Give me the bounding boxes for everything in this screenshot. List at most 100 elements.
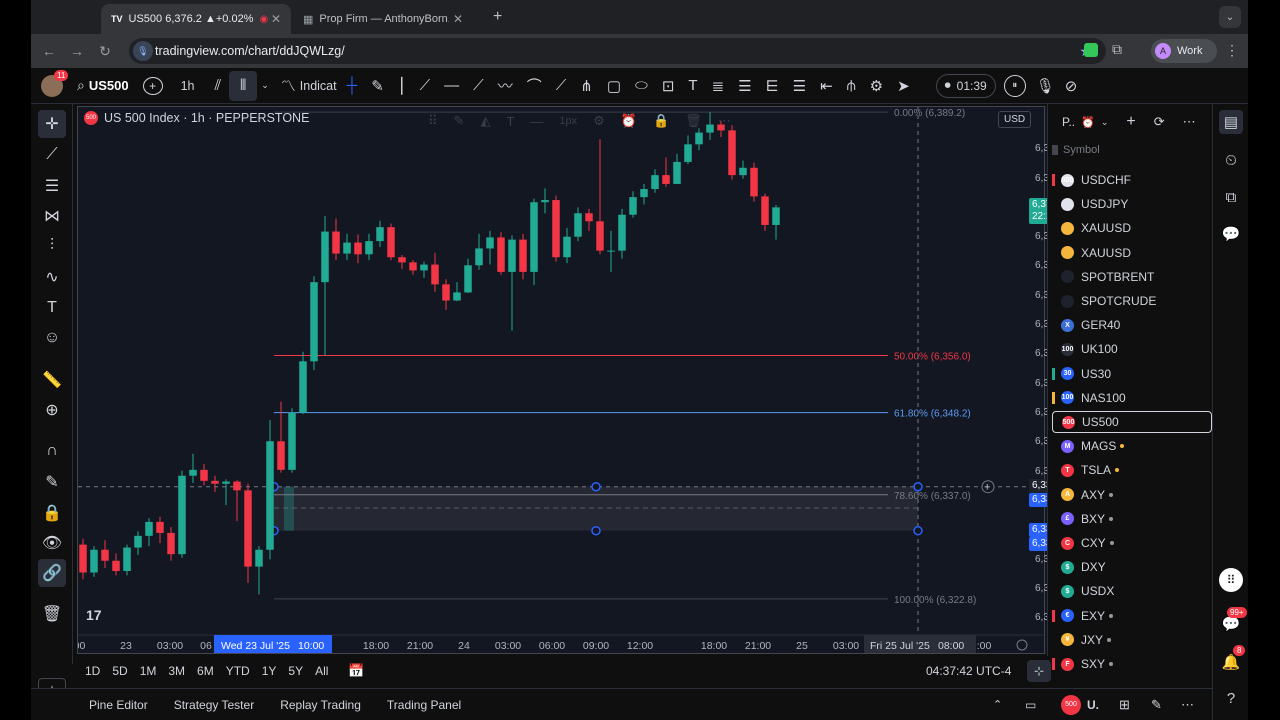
- clock-text[interactable]: 04:37:42 UTC-4: [926, 664, 1011, 678]
- watchlist-item[interactable]: SPOTBRENT: [1052, 266, 1212, 288]
- range-all[interactable]: All: [315, 664, 328, 678]
- cursor-icon[interactable]: ➤: [897, 71, 910, 101]
- emoji-tool-icon[interactable]: ☺: [38, 324, 66, 352]
- line-width-label[interactable]: 1px: [559, 115, 577, 127]
- microphone-icon[interactable]: 🎙: [1036, 71, 1055, 101]
- symbol-search-icon[interactable]: ⌕: [77, 71, 85, 101]
- watchlist-item[interactable]: A AXY: [1052, 484, 1212, 506]
- brush-icon[interactable]: ✎: [371, 71, 384, 101]
- trend-line-icon[interactable]: ⟋: [420, 71, 431, 101]
- fill-icon[interactable]: ◭: [480, 113, 490, 129]
- flag-marker[interactable]: [1052, 561, 1055, 573]
- close-tab-icon[interactable]: ✕: [271, 12, 281, 26]
- watchlist-item[interactable]: £ BXY: [1052, 508, 1212, 530]
- browser-menu-icon[interactable]: ⋮: [1225, 42, 1239, 59]
- chart-pane[interactable]: 0.00% (6,389.2) 50.00% (6,356.0) 61.80% (6…: [77, 106, 1045, 654]
- flag-marker[interactable]: [1053, 416, 1056, 428]
- trendline-tool-icon[interactable]: ⟋: [38, 141, 66, 169]
- edit-icon[interactable]: ✎: [1151, 697, 1162, 713]
- watchlist-item[interactable]: M MAGS: [1052, 435, 1212, 457]
- timer-chip[interactable]: ⏺ 01:39: [935, 73, 996, 98]
- forward-arrow-icon[interactable]: →: [63, 43, 91, 59]
- notifications-icon[interactable]: 💬 99+: [1219, 607, 1247, 636]
- more-icon[interactable]: ⋯: [718, 113, 731, 129]
- horizontal-line-icon[interactable]: —: [444, 71, 459, 101]
- watchlist-item[interactable]: F SXY: [1052, 653, 1212, 675]
- visibility-eye-icon[interactable]: 👁: [38, 529, 66, 557]
- prediction-tool-icon[interactable]: ⫶: [38, 232, 66, 260]
- more-icon[interactable]: ⋯: [1181, 697, 1194, 713]
- site-info-icon[interactable]: 🎙: [133, 41, 153, 61]
- rectangle-icon[interactable]: ▢: [607, 71, 621, 101]
- watchlist-item[interactable]: T TSLA: [1052, 459, 1212, 481]
- brush-tool-icon[interactable]: ∿: [38, 263, 66, 291]
- watchlist-item[interactable]: 500 USDCHF: [1052, 169, 1212, 191]
- watchlist-item[interactable]: $ DXY: [1052, 556, 1212, 578]
- arrow-marker-icon[interactable]: ⇤: [820, 71, 833, 101]
- watchlist-item[interactable]: XAUUSD: [1052, 242, 1212, 264]
- flag-marker[interactable]: [1052, 343, 1055, 355]
- more-options-icon[interactable]: ⋯: [1183, 114, 1196, 130]
- watchlist-item[interactable]: € EXY: [1052, 605, 1212, 627]
- flag-marker[interactable]: [1052, 174, 1055, 186]
- watchlist-item[interactable]: USDJPY: [1052, 193, 1212, 215]
- currency-label[interactable]: USD: [998, 111, 1032, 128]
- bottom-symbol-chip[interactable]: 500 U.: [1061, 694, 1099, 715]
- flag-marker[interactable]: [1052, 585, 1055, 597]
- lines-icon[interactable]: ☰: [793, 71, 806, 101]
- flag-marker[interactable]: [1052, 634, 1055, 646]
- watchlist-item[interactable]: X GER40: [1052, 314, 1212, 336]
- tab-us500[interactable]: TV US500 6,376.2 ▲+0.02% ◉ ✕: [101, 4, 291, 34]
- pitchfork-icon[interactable]: ⋔: [580, 71, 593, 101]
- go-to-date-calendar-icon[interactable]: 📅: [348, 663, 364, 679]
- watchlist-item[interactable]: 100 UK100: [1052, 338, 1212, 360]
- watchlist-item[interactable]: ¥ JXY: [1052, 629, 1212, 651]
- user-avatar[interactable]: 11: [41, 69, 69, 97]
- text-color-icon[interactable]: T: [506, 114, 514, 129]
- screen-share-off-icon[interactable]: ⊘: [1065, 71, 1078, 101]
- fib-tool-icon[interactable]: ☰: [38, 172, 66, 200]
- tab-trading-panel[interactable]: Trading Panel: [387, 698, 461, 712]
- watchlist-item[interactable]: SPOTCRUDE: [1052, 290, 1212, 312]
- ruler-tool-icon[interactable]: 📏: [38, 366, 66, 394]
- flag-marker[interactable]: [1052, 464, 1055, 476]
- tab-strategy-tester[interactable]: Strategy Tester: [174, 698, 254, 712]
- range-6m[interactable]: 6M: [197, 664, 214, 678]
- compare-plus-icon[interactable]: +: [142, 76, 163, 95]
- flag-marker[interactable]: [1052, 222, 1055, 234]
- fib-fan-icon[interactable]: ⋿: [766, 71, 779, 101]
- chart-type-chevron-icon[interactable]: ⌄: [261, 71, 269, 101]
- flag-marker[interactable]: [1052, 513, 1055, 525]
- crosshair-icon[interactable]: ┼: [347, 71, 358, 101]
- flag-marker[interactable]: [1052, 609, 1055, 622]
- zoom-tool-icon[interactable]: ⊕: [38, 396, 66, 424]
- layout-grid-icon[interactable]: ⊞: [1119, 697, 1130, 713]
- extension-green-icon[interactable]: [1084, 43, 1098, 57]
- range-1m[interactable]: 1M: [140, 664, 157, 678]
- range-3m[interactable]: 3M: [168, 664, 185, 678]
- alarm-icon[interactable]: ⏰: [1081, 116, 1095, 129]
- fib-channel-icon[interactable]: ≣: [712, 71, 725, 101]
- ellipse-icon[interactable]: ⬭: [635, 71, 648, 101]
- text-icon[interactable]: T: [688, 71, 697, 101]
- tab-search-chevron-icon[interactable]: ⌄: [1219, 6, 1241, 28]
- close-tab-icon[interactable]: ✕: [453, 12, 463, 26]
- flag-marker[interactable]: [1052, 489, 1055, 501]
- back-arrow-icon[interactable]: ←: [35, 43, 63, 59]
- ray-icon[interactable]: ⟋: [473, 71, 484, 101]
- flag-marker[interactable]: [1052, 440, 1055, 452]
- flag-marker[interactable]: [1052, 271, 1055, 283]
- extensions-puzzle-icon[interactable]: ⧉: [1112, 41, 1122, 58]
- candles-icon[interactable]: ⫴: [229, 70, 258, 101]
- chat-icon[interactable]: 💬: [1219, 222, 1243, 246]
- settings-tool-icon[interactable]: ⚙: [870, 71, 883, 101]
- stop-icon[interactable]: ⏺: [945, 78, 951, 93]
- watchlist-icon[interactable]: ▤: [1219, 110, 1243, 134]
- flag-marker[interactable]: [1052, 295, 1055, 307]
- settings-icon[interactable]: ⚙: [593, 113, 605, 129]
- watchlist-item[interactable]: 500 US500: [1052, 411, 1212, 433]
- apps-grid-icon[interactable]: ⠿: [1219, 568, 1243, 592]
- vertical-line-icon[interactable]: ⎮: [398, 71, 406, 101]
- collapse-panel-icon[interactable]: ⌃: [993, 698, 1002, 711]
- crosshair-tool-icon[interactable]: ✛: [38, 110, 66, 138]
